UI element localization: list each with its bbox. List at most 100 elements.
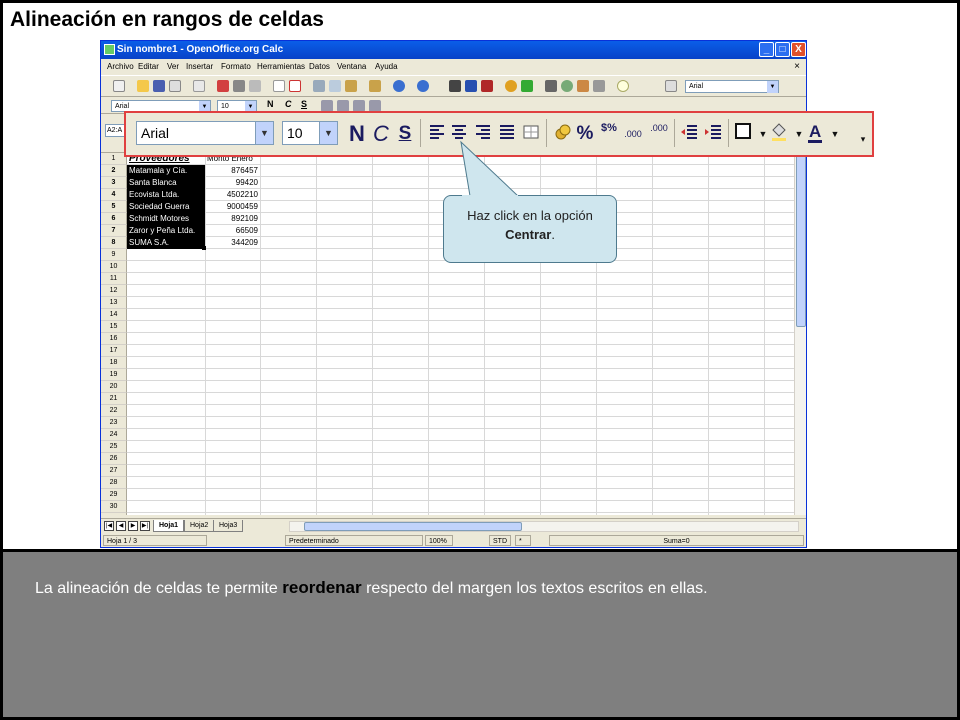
cell-monto[interactable]	[205, 513, 260, 515]
row-number[interactable]: 29	[101, 489, 127, 501]
edit-file-icon[interactable]	[193, 80, 205, 92]
cell-proveedor[interactable]	[127, 513, 205, 515]
menu-insertar[interactable]: Insertar	[186, 62, 213, 71]
background-color-icon[interactable]	[768, 122, 790, 146]
cell-monto[interactable]	[205, 501, 260, 513]
cell-proveedor[interactable]	[127, 333, 205, 345]
cell-monto[interactable]: 344209	[205, 237, 260, 249]
cell-proveedor[interactable]: Ecovista Ltda.	[127, 189, 205, 201]
status-page-style[interactable]: Predeterminado	[285, 535, 423, 546]
sheet-tab-hoja3[interactable]: Hoja3	[213, 520, 244, 532]
sheet-tab-hoja1[interactable]: Hoja1	[153, 520, 185, 532]
percent-format-button[interactable]: %	[574, 122, 596, 146]
cell-monto[interactable]	[205, 333, 260, 345]
row-number[interactable]: 26	[101, 453, 127, 465]
cell-proveedor[interactable]	[127, 321, 205, 333]
email-icon[interactable]	[169, 80, 181, 92]
cell-monto[interactable]	[205, 249, 260, 261]
row-number[interactable]: 14	[101, 309, 127, 321]
standard-format-button[interactable]: $%	[598, 122, 620, 146]
menu-herramientas[interactable]: Herramientas	[257, 62, 305, 71]
cell-monto[interactable]	[205, 357, 260, 369]
status-mode[interactable]: STD	[489, 535, 511, 546]
cell-proveedor[interactable]	[127, 393, 205, 405]
cell-monto[interactable]	[205, 369, 260, 381]
menu-ver[interactable]: Ver	[167, 62, 179, 71]
sheet-tab-hoja2[interactable]: Hoja2	[184, 520, 215, 532]
first-sheet-icon[interactable]: |◀	[104, 521, 114, 531]
navigator-icon[interactable]	[561, 80, 573, 92]
cell-monto[interactable]	[205, 285, 260, 297]
row-number[interactable]: 12	[101, 285, 127, 297]
cell-monto[interactable]	[205, 405, 260, 417]
align-right-icon[interactable]	[472, 122, 494, 146]
cell-monto[interactable]	[205, 297, 260, 309]
gallery-icon[interactable]	[577, 80, 589, 92]
cell-proveedor[interactable]	[127, 417, 205, 429]
font-size-field[interactable]: 10 ▼	[282, 121, 338, 145]
increase-indent-icon[interactable]	[702, 122, 724, 146]
chevron-down-icon[interactable]: ▼	[255, 122, 273, 144]
maximize-button[interactable]: □	[775, 42, 790, 57]
help-icon[interactable]	[617, 80, 629, 92]
cell-monto[interactable]: 892109	[205, 213, 260, 225]
cell-proveedor[interactable]	[127, 441, 205, 453]
font-name-mini[interactable]: Arial ▼	[685, 80, 779, 93]
row-number[interactable]: 24	[101, 429, 127, 441]
sort-ascending-icon[interactable]	[465, 80, 477, 92]
delete-decimal-button[interactable]: .000	[648, 122, 670, 146]
row-number[interactable]: 9	[101, 249, 127, 261]
open-folder-icon[interactable]	[137, 80, 149, 92]
cell-proveedor[interactable]	[127, 249, 205, 261]
toolbar-options-icon[interactable]: ▾	[852, 127, 874, 151]
chart-icon[interactable]	[505, 80, 517, 92]
cell-proveedor[interactable]	[127, 477, 205, 489]
find-replace-icon[interactable]	[545, 80, 557, 92]
add-decimal-button[interactable]: .000	[622, 122, 644, 146]
chevron-down-icon[interactable]: ▼	[767, 81, 778, 93]
row-number[interactable]: 10	[101, 261, 127, 273]
bold-button[interactable]: N	[346, 122, 368, 146]
row-number[interactable]: 2	[101, 165, 127, 177]
row-number[interactable]: 13	[101, 297, 127, 309]
cell-proveedor[interactable]	[127, 405, 205, 417]
row-number[interactable]: 28	[101, 477, 127, 489]
copy-icon[interactable]	[329, 80, 341, 92]
chevron-down-icon[interactable]: ▼	[319, 122, 337, 144]
format-paintbrush-icon[interactable]	[369, 80, 381, 92]
redo-icon[interactable]	[417, 80, 429, 92]
cell-monto[interactable]: 9000459	[205, 201, 260, 213]
cell-proveedor[interactable]	[127, 261, 205, 273]
currency-format-icon[interactable]	[552, 122, 574, 146]
italic-mini-button[interactable]: C	[285, 99, 292, 109]
row-number[interactable]: 3	[101, 177, 127, 189]
font-color-icon[interactable]: A	[804, 122, 826, 146]
cut-icon[interactable]	[313, 80, 325, 92]
cell-proveedor[interactable]	[127, 369, 205, 381]
cell-monto[interactable]	[205, 453, 260, 465]
cell-proveedor[interactable]: Sociedad Guerra	[127, 201, 205, 213]
cell-proveedor[interactable]	[127, 297, 205, 309]
font-color-chevron-down-icon[interactable]: ▼	[824, 122, 846, 146]
export-pdf-icon[interactable]	[217, 80, 229, 92]
row-number[interactable]: 21	[101, 393, 127, 405]
merge-cells-icon[interactable]	[520, 122, 542, 146]
next-sheet-icon[interactable]: ▶	[128, 521, 138, 531]
row-number[interactable]: 6	[101, 213, 127, 225]
cell-monto[interactable]: 99420	[205, 177, 260, 189]
align-left-icon[interactable]	[426, 122, 448, 146]
row-number[interactable]: 20	[101, 381, 127, 393]
cell-proveedor[interactable]	[127, 381, 205, 393]
cell-monto[interactable]	[205, 273, 260, 285]
cell-proveedor[interactable]	[127, 465, 205, 477]
row-number[interactable]: 31	[101, 513, 127, 515]
new-document-icon[interactable]	[113, 80, 125, 92]
cell-monto[interactable]	[205, 393, 260, 405]
page-preview-icon[interactable]	[249, 80, 261, 92]
cell-monto[interactable]	[205, 381, 260, 393]
cell-monto[interactable]	[205, 345, 260, 357]
status-zoom[interactable]: 100%	[425, 535, 453, 546]
row-number[interactable]: 4	[101, 189, 127, 201]
cell-proveedor[interactable]	[127, 429, 205, 441]
cell-proveedor[interactable]: Schmidt Motores	[127, 213, 205, 225]
